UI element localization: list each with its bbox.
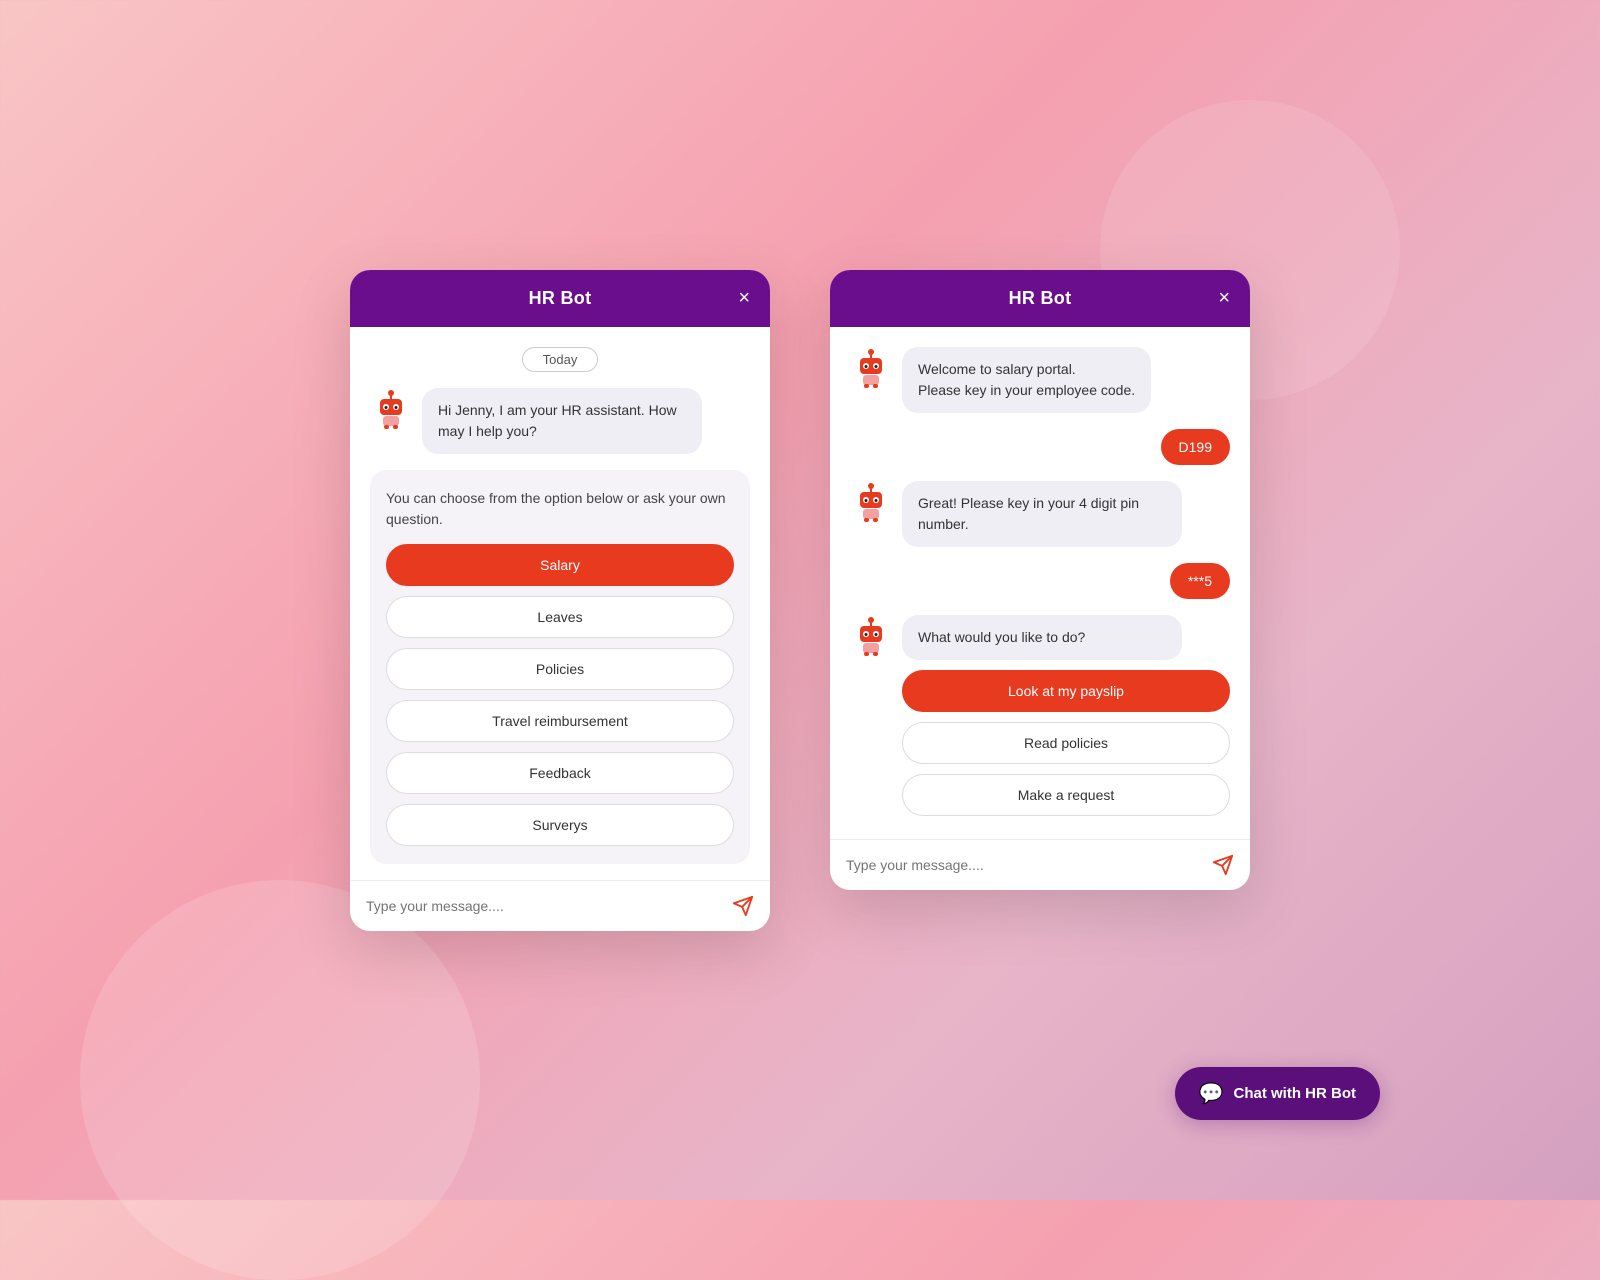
right-message-input[interactable] (846, 857, 1202, 873)
right-option-policies[interactable]: Read policies (902, 722, 1230, 764)
page-wrapper: HR Bot × Today (350, 270, 1250, 931)
right-bot-row-2: Great! Please key in your 4 digit pin nu… (850, 481, 1230, 547)
right-chat-window: HR Bot × Welcome to sa (830, 270, 1250, 890)
left-close-button[interactable]: × (738, 288, 750, 308)
bot-greeting-bubble: Hi Jenny, I am your HR assistant. How ma… (422, 388, 702, 454)
bot-greeting-row: Hi Jenny, I am your HR assistant. How ma… (370, 388, 750, 454)
date-badge-label: Today (522, 347, 599, 372)
right-bot-row-3: What would you like to do? Look at my pa… (850, 615, 1230, 816)
right-close-button[interactable]: × (1218, 288, 1230, 308)
chat-cta-label: Chat with HR Bot (1234, 1085, 1356, 1102)
option-feedback[interactable]: Feedback (386, 752, 734, 794)
bot-avatar-right-3 (850, 615, 892, 657)
right-options-container: What would you like to do? Look at my pa… (902, 615, 1230, 816)
bot-avatar-right-2 (850, 481, 892, 523)
chat-cta-icon: 💬 (1199, 1081, 1224, 1106)
right-option-payslip[interactable]: Look at my payslip (902, 670, 1230, 712)
right-bot-row-1: Welcome to salary portal.Please key in y… (850, 347, 1230, 413)
right-input-area (830, 839, 1250, 890)
user-bubble-2: ***5 (1170, 563, 1230, 599)
chat-cta-button[interactable]: 💬 Chat with HR Bot (1175, 1067, 1380, 1120)
right-chat-body: Welcome to salary portal.Please key in y… (830, 327, 1250, 839)
option-travel-reimbursement[interactable]: Travel reimbursement (386, 700, 734, 742)
left-send-button[interactable] (732, 895, 754, 917)
option-surverys[interactable]: Surverys (386, 804, 734, 846)
right-bot-bubble-1: Welcome to salary portal.Please key in y… (902, 347, 1151, 413)
user-row-1: D199 (850, 429, 1230, 465)
bot-avatar-right-1 (850, 347, 892, 389)
options-card-left: You can choose from the option below or … (370, 470, 750, 864)
left-message-input[interactable] (366, 898, 722, 914)
option-salary[interactable]: Salary (386, 544, 734, 586)
user-bubble-1: D199 (1161, 429, 1230, 465)
right-bot-bubble-3: What would you like to do? (902, 615, 1182, 660)
option-policies[interactable]: Policies (386, 648, 734, 690)
bot-avatar-left-1 (370, 388, 412, 430)
right-bot-bubble-2: Great! Please key in your 4 digit pin nu… (902, 481, 1182, 547)
left-chat-title: HR Bot (529, 288, 592, 309)
options-intro-text: You can choose from the option below or … (386, 488, 734, 530)
right-option-request[interactable]: Make a request (902, 774, 1230, 816)
date-badge: Today (370, 347, 750, 372)
left-chat-header: HR Bot × (350, 270, 770, 327)
left-input-area (350, 880, 770, 931)
user-row-2: ***5 (850, 563, 1230, 599)
right-send-button[interactable] (1212, 854, 1234, 876)
left-send-icon (732, 895, 754, 917)
left-chat-body: Today (350, 327, 770, 880)
option-leaves[interactable]: Leaves (386, 596, 734, 638)
right-chat-header: HR Bot × (830, 270, 1250, 327)
right-send-icon (1212, 854, 1234, 876)
left-chat-window: HR Bot × Today (350, 270, 770, 931)
right-chat-title: HR Bot (1009, 288, 1072, 309)
